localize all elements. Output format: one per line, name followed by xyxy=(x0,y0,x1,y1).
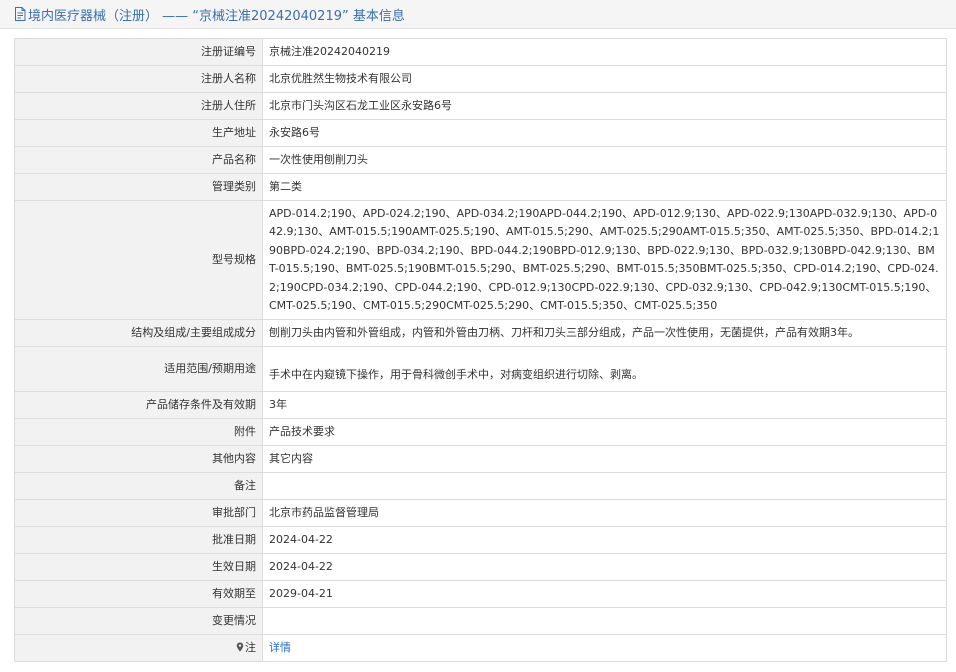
field-label: 有效期至 xyxy=(14,580,263,609)
field-value: 详情 xyxy=(262,634,947,663)
field-value: 第二类 xyxy=(262,173,947,201)
table-row: 注 详情 xyxy=(14,634,947,663)
field-label: 生效日期 xyxy=(14,553,263,582)
table-row: 注册人住所 北京市门头沟区石龙工业区永安路6号 xyxy=(14,92,947,120)
field-value: 其它内容 xyxy=(262,445,947,474)
field-label: 型号规格 xyxy=(14,199,263,321)
field-value xyxy=(262,607,947,636)
field-label: 备注 xyxy=(14,472,263,501)
table-row: 生效日期 2024-04-22 xyxy=(14,553,947,582)
field-value: 京械注准20242040219 xyxy=(262,38,947,66)
field-value: 一次性使用刨削刀头 xyxy=(262,146,947,174)
document-icon xyxy=(15,7,26,21)
table-row: 型号规格 APD-014.2;190、APD-024.2;190、APD-034… xyxy=(14,199,947,321)
table-row: 适用范围/预期用途 手术中在内窥镜下操作，用于骨科微创手术中，对病变组织进行切除… xyxy=(14,346,947,393)
note-label-text: 注 xyxy=(245,641,256,655)
field-value: 永安路6号 xyxy=(262,119,947,147)
table-row: 注册人名称 北京优胜然生物技术有限公司 xyxy=(14,65,947,93)
table-row: 审批部门 北京市药品监督管理局 xyxy=(14,499,947,528)
field-value: 2029-04-21 xyxy=(262,580,947,609)
field-label: 产品名称 xyxy=(14,146,263,174)
field-value: APD-014.2;190、APD-024.2;190、APD-034.2;19… xyxy=(262,199,947,321)
table-row: 产品储存条件及有效期 3年 xyxy=(14,391,947,420)
field-label: 结构及组成/主要组成成分 xyxy=(14,319,263,348)
table-row: 附件 产品技术要求 xyxy=(14,418,947,447)
field-label: 产品储存条件及有效期 xyxy=(14,391,263,420)
note-label: 注 xyxy=(14,634,263,663)
field-label: 管理类别 xyxy=(14,173,263,201)
field-label: 附件 xyxy=(14,418,263,447)
table-row: 产品名称 一次性使用刨削刀头 xyxy=(14,146,947,174)
table-row: 批准日期 2024-04-22 xyxy=(14,526,947,555)
page-title: 境内医疗器械（注册） —— “京械注准20242040219” 基本信息 xyxy=(28,8,405,24)
field-value: 北京优胜然生物技术有限公司 xyxy=(262,65,947,93)
field-value: 3年 xyxy=(262,391,947,420)
field-label: 注册证编号 xyxy=(14,38,263,66)
table-row: 管理类别 第二类 xyxy=(14,173,947,201)
field-label: 审批部门 xyxy=(14,499,263,528)
field-label: 生产地址 xyxy=(14,119,263,147)
table-row: 变更情况 xyxy=(14,607,947,636)
field-label: 变更情况 xyxy=(14,607,263,636)
field-label: 批准日期 xyxy=(14,526,263,555)
field-value: 北京市药品监督管理局 xyxy=(262,499,947,528)
field-label: 注册人住所 xyxy=(14,92,263,120)
field-value xyxy=(262,472,947,501)
field-label: 适用范围/预期用途 xyxy=(14,346,263,393)
table-row: 注册证编号 京械注准20242040219 xyxy=(14,38,947,66)
table-row: 备注 xyxy=(14,472,947,501)
map-pin-icon xyxy=(236,642,244,652)
table-row: 其他内容 其它内容 xyxy=(14,445,947,474)
field-value: 刨削刀头由内管和外管组成，内管和外管由刀柄、刀杆和刀头三部分组成，产品一次性使用… xyxy=(262,319,947,348)
details-link[interactable]: 详情 xyxy=(269,641,291,654)
field-value: 2024-04-22 xyxy=(262,526,947,555)
table-row: 有效期至 2029-04-21 xyxy=(14,580,947,609)
registration-info-table: 注册证编号 京械注准20242040219 注册人名称 北京优胜然生物技术有限公… xyxy=(14,38,947,663)
field-value: 北京市门头沟区石龙工业区永安路6号 xyxy=(262,92,947,120)
field-label: 注册人名称 xyxy=(14,65,263,93)
field-value: 2024-04-22 xyxy=(262,553,947,582)
field-value: 手术中在内窥镜下操作，用于骨科微创手术中，对病变组织进行切除、剥离。 xyxy=(262,346,947,393)
page-header: 境内医疗器械（注册） —— “京械注准20242040219” 基本信息 xyxy=(0,0,956,29)
field-label: 其他内容 xyxy=(14,445,263,474)
field-value: 产品技术要求 xyxy=(262,418,947,447)
table-row: 结构及组成/主要组成成分 刨削刀头由内管和外管组成，内管和外管由刀柄、刀杆和刀头… xyxy=(14,319,947,348)
table-row: 生产地址 永安路6号 xyxy=(14,119,947,147)
